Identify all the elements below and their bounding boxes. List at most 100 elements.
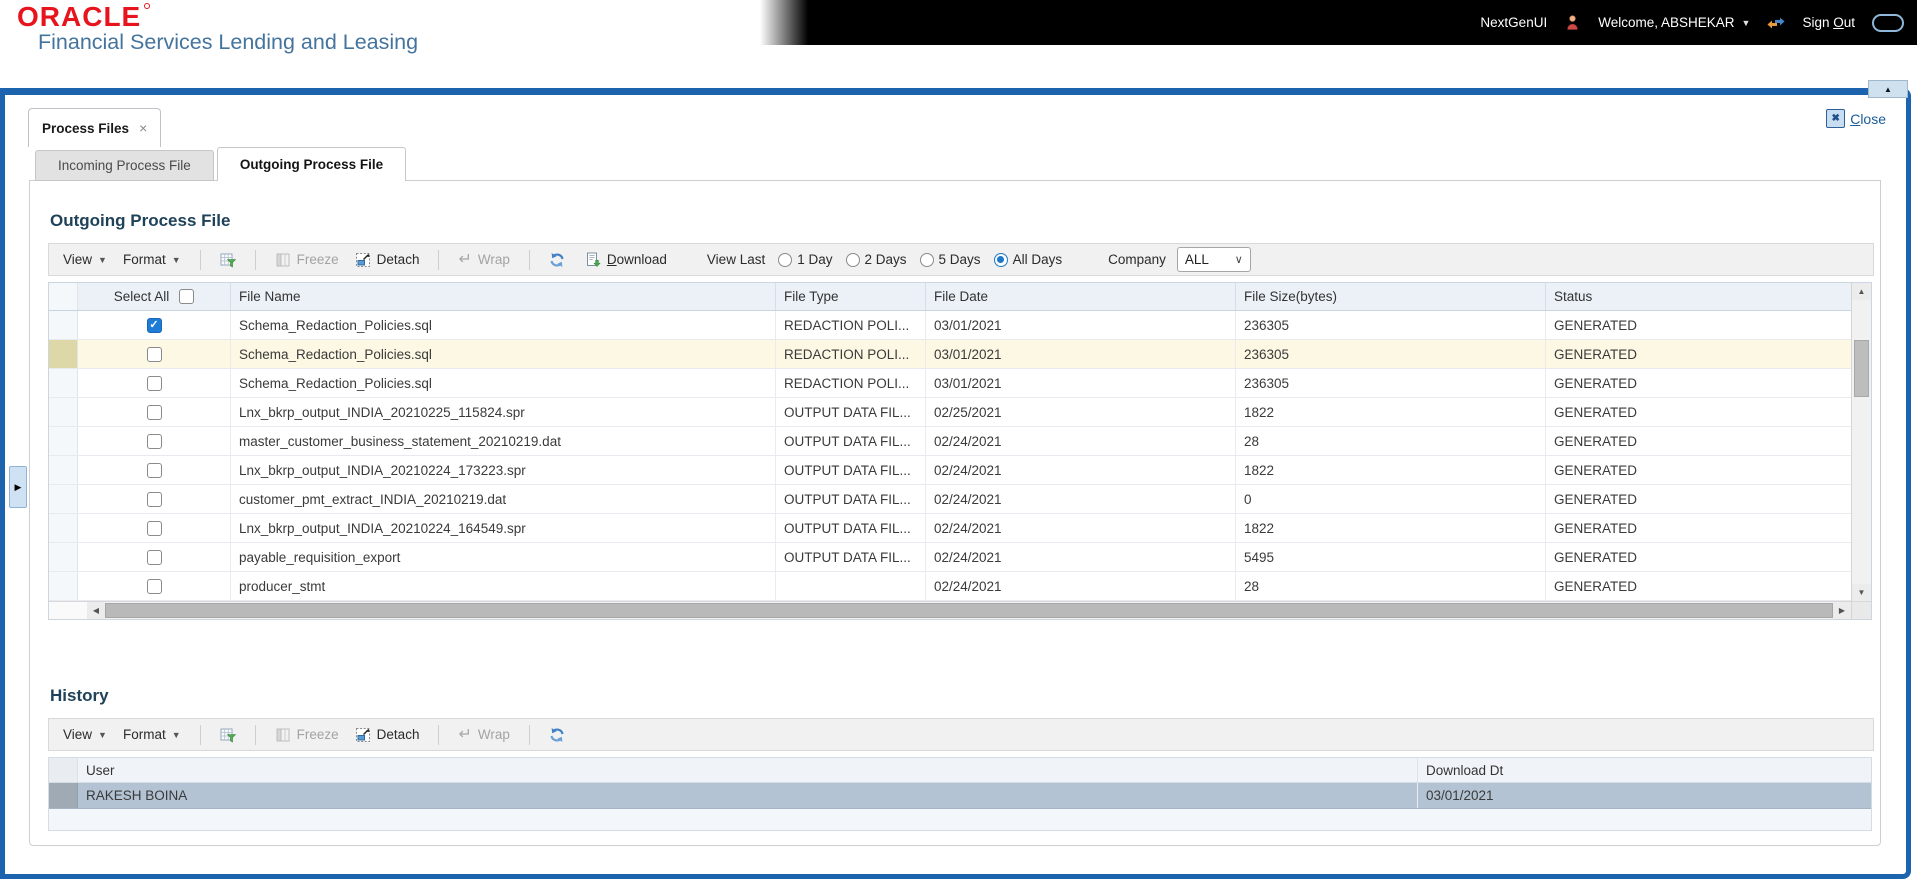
nextgenui-link[interactable]: NextGenUI bbox=[1480, 15, 1547, 30]
row-checkbox[interactable] bbox=[146, 520, 162, 536]
row-checkbox[interactable] bbox=[146, 549, 162, 565]
chevron-down-icon: ▼ bbox=[171, 729, 181, 740]
view-menu[interactable]: View ▼ bbox=[59, 725, 111, 744]
freeze-label: Freeze bbox=[296, 252, 339, 267]
vertical-scroll-track[interactable] bbox=[1852, 300, 1871, 584]
toolbar-separator bbox=[438, 724, 440, 745]
row-checkbox[interactable] bbox=[146, 317, 162, 333]
row-checkbox[interactable] bbox=[146, 433, 162, 449]
file-date-cell: 02/24/2021 bbox=[926, 427, 1236, 455]
view-last-option[interactable]: 1 Day bbox=[778, 252, 833, 267]
row-gutter bbox=[49, 543, 78, 571]
refresh-button[interactable] bbox=[545, 250, 569, 270]
wrap-label: Wrap bbox=[477, 252, 510, 267]
company-select[interactable]: ALL ∨ bbox=[1176, 247, 1251, 272]
tab-outgoing-process-file[interactable]: Outgoing Process File bbox=[216, 147, 407, 182]
freeze-button[interactable]: Freeze bbox=[271, 250, 343, 270]
view-menu-label: View bbox=[63, 727, 93, 742]
process-file-subtabs: Incoming Process File Outgoing Process F… bbox=[35, 147, 1906, 182]
query-by-example-button[interactable] bbox=[216, 725, 240, 745]
view-menu[interactable]: View ▼ bbox=[59, 250, 111, 269]
row-checkbox[interactable] bbox=[146, 375, 162, 391]
scroll-right-arrow[interactable]: ▶ bbox=[1833, 602, 1851, 619]
file-type-cell: OUTPUT DATA FIL... bbox=[776, 398, 926, 426]
freeze-icon bbox=[275, 727, 291, 743]
row-checkbox[interactable] bbox=[146, 462, 162, 478]
row-select-cell bbox=[78, 340, 231, 368]
radio-label: All Days bbox=[1012, 252, 1063, 267]
table-row[interactable]: Lnx_bkrp_output_INDIA_20210224_164549.sp… bbox=[49, 514, 1851, 543]
outgoing-section-title: Outgoing Process File bbox=[50, 211, 231, 230]
view-last-option[interactable]: 5 Days bbox=[919, 252, 981, 267]
history-header-row: User Download Dt bbox=[49, 758, 1871, 783]
row-gutter bbox=[49, 572, 78, 600]
wrap-button[interactable]: ↵ Wrap bbox=[454, 250, 513, 269]
table-row[interactable]: Lnx_bkrp_output_INDIA_20210225_115824.sp… bbox=[49, 398, 1851, 427]
table-row[interactable]: producer_stmt 02/24/2021 28 GENERATED bbox=[49, 572, 1851, 601]
collapse-panel-button[interactable]: ▲ bbox=[1868, 80, 1908, 98]
file-name-cell: customer_pmt_extract_INDIA_20210219.dat bbox=[231, 485, 776, 513]
row-checkbox[interactable] bbox=[146, 491, 162, 507]
history-row[interactable]: RAKESH BOINA 03/01/2021 bbox=[49, 783, 1871, 809]
status-cell: GENERATED bbox=[1554, 317, 1638, 333]
file-name-cell: Lnx_bkrp_output_INDIA_20210225_115824.sp… bbox=[231, 398, 776, 426]
file-type-cell: OUTPUT DATA FIL... bbox=[776, 514, 926, 542]
column-header-file-type[interactable]: File Type bbox=[776, 283, 926, 310]
scroll-up-arrow[interactable]: ▲ bbox=[1852, 283, 1871, 300]
table-row[interactable]: payable_requisition_export OUTPUT DATA FI… bbox=[49, 543, 1851, 572]
table-row[interactable]: Schema_Redaction_Policies.sqlREDACTION P… bbox=[49, 311, 1851, 340]
table-row[interactable]: Lnx_bkrp_output_INDIA_20210224_173223.sp… bbox=[49, 456, 1851, 485]
row-checkbox[interactable] bbox=[146, 578, 162, 594]
welcome-user-menu[interactable]: Welcome, ABSHEKAR ▼ bbox=[1598, 15, 1750, 30]
sign-out-button[interactable]: Sign Out bbox=[1802, 15, 1855, 30]
file-type-cell: REDACTION POLI... bbox=[776, 340, 926, 368]
outgoing-table-body: Schema_Redaction_Policies.sqlREDACTION P… bbox=[49, 311, 1851, 601]
column-header-status[interactable]: Status bbox=[1546, 283, 1851, 310]
table-row[interactable]: customer_pmt_extract_INDIA_20210219.dat O… bbox=[49, 485, 1851, 514]
file-date-cell: 02/24/2021 bbox=[926, 572, 1236, 600]
splitter-expand-handle[interactable]: ▶ bbox=[9, 466, 27, 508]
view-last-option[interactable]: 2 Days bbox=[845, 252, 907, 267]
vertical-scroll-thumb[interactable] bbox=[1854, 340, 1869, 397]
row-checkbox[interactable] bbox=[146, 404, 162, 420]
wrap-button[interactable]: ↵ Wrap bbox=[454, 725, 513, 744]
freeze-button[interactable]: Freeze bbox=[271, 725, 343, 745]
tab-close-icon[interactable]: × bbox=[139, 120, 147, 136]
vertical-scrollbar: ▲ ▼ bbox=[1851, 283, 1871, 619]
file-type-cell: OUTPUT DATA FIL... bbox=[776, 543, 926, 571]
table-row[interactable]: master_customer_business_statement_20210… bbox=[49, 427, 1851, 456]
scroll-down-arrow[interactable]: ▼ bbox=[1852, 584, 1871, 601]
view-last-option[interactable]: All Days bbox=[993, 252, 1063, 267]
column-header-file-date[interactable]: File Date bbox=[926, 283, 1236, 310]
tab-process-files[interactable]: Process Files × bbox=[28, 108, 162, 147]
column-header-download-dt[interactable]: Download Dt bbox=[1418, 758, 1871, 782]
format-menu[interactable]: Format ▼ bbox=[119, 725, 185, 744]
main-frame: Process Files × ✖ Close Incoming Process… bbox=[0, 88, 1911, 879]
scroll-left-arrow[interactable]: ◀ bbox=[87, 602, 105, 619]
history-toolbar: View ▼ Format ▼ Freeze Detach ↵ Wrap bbox=[48, 718, 1874, 751]
horizontal-scroll-thumb[interactable] bbox=[105, 603, 1833, 618]
detach-button[interactable]: Detach bbox=[351, 725, 424, 745]
close-button[interactable]: ✖ Close bbox=[1826, 109, 1886, 128]
table-row[interactable]: Schema_Redaction_Policies.sqlREDACTION P… bbox=[49, 369, 1851, 398]
column-header-user[interactable]: User bbox=[78, 758, 1418, 782]
oracle-wordmark: ORACLE bbox=[17, 3, 418, 31]
refresh-button[interactable] bbox=[545, 725, 569, 745]
detach-button[interactable]: Detach bbox=[351, 250, 424, 270]
oracle-logo: ORACLE Financial Services Lending and Le… bbox=[17, 3, 418, 55]
row-checkbox[interactable] bbox=[146, 346, 162, 362]
pill-icon[interactable] bbox=[1872, 13, 1904, 32]
column-header-file-name[interactable]: File Name bbox=[231, 283, 776, 310]
format-menu[interactable]: Format ▼ bbox=[119, 250, 185, 269]
toolbar-separator bbox=[199, 724, 201, 745]
query-by-example-button[interactable] bbox=[216, 250, 240, 270]
file-type-cell bbox=[776, 572, 926, 600]
select-all-checkbox[interactable] bbox=[179, 289, 195, 304]
welcome-label: Welcome, ABSHEKAR bbox=[1598, 15, 1735, 30]
table-row[interactable]: Schema_Redaction_Policies.sqlREDACTION P… bbox=[49, 340, 1851, 369]
row-select-cell bbox=[78, 514, 231, 542]
download-button[interactable]: Download bbox=[581, 250, 671, 270]
tab-incoming-process-file[interactable]: Incoming Process File bbox=[35, 150, 214, 181]
column-header-file-size[interactable]: File Size(bytes) bbox=[1236, 283, 1546, 310]
select-all-header[interactable]: Select All bbox=[78, 283, 231, 310]
